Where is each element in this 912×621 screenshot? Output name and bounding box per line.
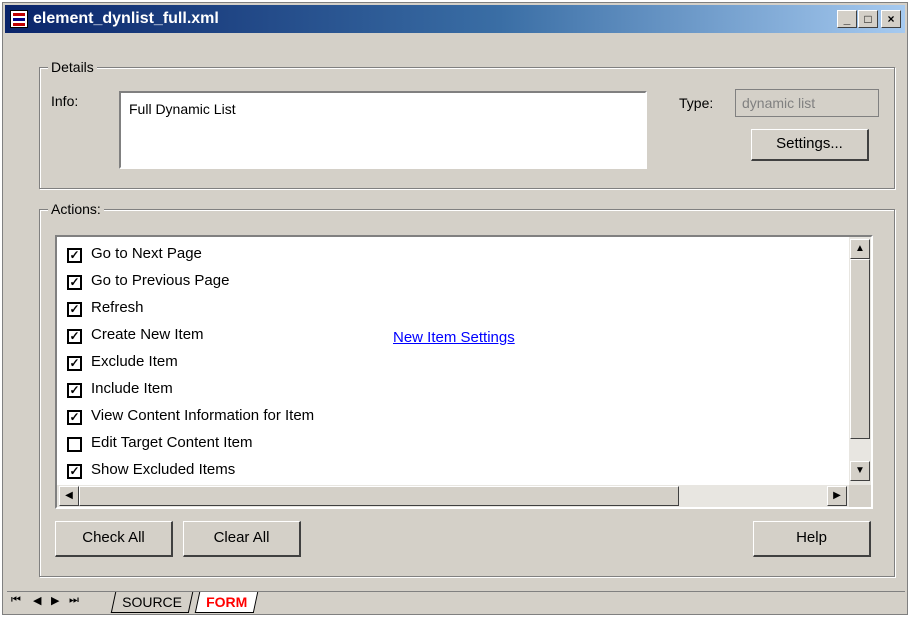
details-group-label: Details	[48, 59, 97, 75]
checklist-item-label: Include Item	[91, 380, 173, 397]
checklist-item-label: Refresh	[91, 299, 144, 316]
checkbox-checked[interactable]: ✓	[67, 275, 82, 290]
next-tab-icon[interactable]: ▶	[51, 594, 59, 607]
xml-document-icon	[10, 10, 28, 28]
vertical-scroll-thumb[interactable]	[850, 259, 870, 439]
checklist-item-label: View Content Information for Item	[91, 407, 315, 424]
title-bar[interactable]: element_dynlist_full.xml _ □ ×	[5, 5, 905, 33]
checklist-item-label: Exclude Item	[91, 353, 178, 370]
settings-button[interactable]: Settings...	[751, 129, 869, 161]
tab-source[interactable]: SOURCE	[110, 592, 194, 613]
actions-group-label: Actions:	[48, 201, 104, 217]
checklist-item-label: Go to Previous Page	[91, 272, 230, 289]
check-all-button[interactable]: Check All	[55, 521, 173, 557]
actions-checklist[interactable]: ✓ Go to Next Page ✓ Go to Previous Page ✓ Ref…	[55, 235, 873, 509]
checklist-item-label: Edit Target Content Item	[91, 434, 253, 451]
horizontal-scroll-thumb[interactable]	[79, 486, 679, 506]
checkbox-unchecked[interactable]	[67, 437, 82, 452]
close-button[interactable]: ×	[881, 10, 901, 28]
checkbox-checked[interactable]: ✓	[67, 356, 82, 371]
type-field: dynamic list	[735, 89, 879, 117]
window-title: element_dynlist_full.xml	[33, 10, 219, 27]
vertical-scrollbar[interactable]: ▲ ▼	[849, 237, 871, 485]
maximize-button[interactable]: □	[858, 10, 878, 28]
checklist-item-label: Go to Next Page	[91, 245, 202, 262]
scroll-left-icon[interactable]: ◀	[59, 486, 79, 506]
type-label: Type:	[679, 95, 714, 111]
tab-bar: ⏮ ◀ ▶ ⏭ SOURCE FORM	[7, 591, 905, 614]
checkbox-checked[interactable]: ✓	[67, 329, 82, 344]
checklist-item-label: Create New Item	[91, 326, 204, 343]
minimize-button[interactable]: _	[837, 10, 857, 28]
checkbox-checked[interactable]: ✓	[67, 410, 82, 425]
info-value: Full Dynamic List	[129, 101, 236, 117]
help-button[interactable]: Help	[753, 521, 871, 557]
checkbox-checked[interactable]: ✓	[67, 302, 82, 317]
first-tab-icon[interactable]: ⏮	[11, 594, 21, 607]
scroll-right-icon[interactable]: ▶	[827, 486, 847, 506]
checkbox-checked[interactable]: ✓	[67, 248, 82, 263]
prev-tab-icon[interactable]: ◀	[33, 594, 41, 607]
checkbox-checked[interactable]: ✓	[67, 464, 82, 479]
scroll-up-icon[interactable]: ▲	[850, 239, 870, 259]
app-window: element_dynlist_full.xml _ □ × Details I…	[2, 2, 908, 615]
info-label: Info:	[51, 93, 79, 109]
scroll-down-icon[interactable]: ▼	[850, 461, 870, 481]
scrollbar-corner	[849, 485, 871, 507]
new-item-settings-link[interactable]: New Item Settings	[393, 329, 515, 346]
horizontal-scrollbar[interactable]: ◀ ▶	[57, 485, 851, 507]
checklist-item-label: Show Excluded Items	[91, 461, 236, 478]
checkbox-checked[interactable]: ✓	[67, 383, 82, 398]
tab-form[interactable]: FORM	[194, 592, 259, 613]
info-textarea[interactable]: Full Dynamic List	[119, 91, 647, 169]
clear-all-button[interactable]: Clear All	[183, 521, 301, 557]
last-tab-icon[interactable]: ⏭	[69, 594, 79, 607]
